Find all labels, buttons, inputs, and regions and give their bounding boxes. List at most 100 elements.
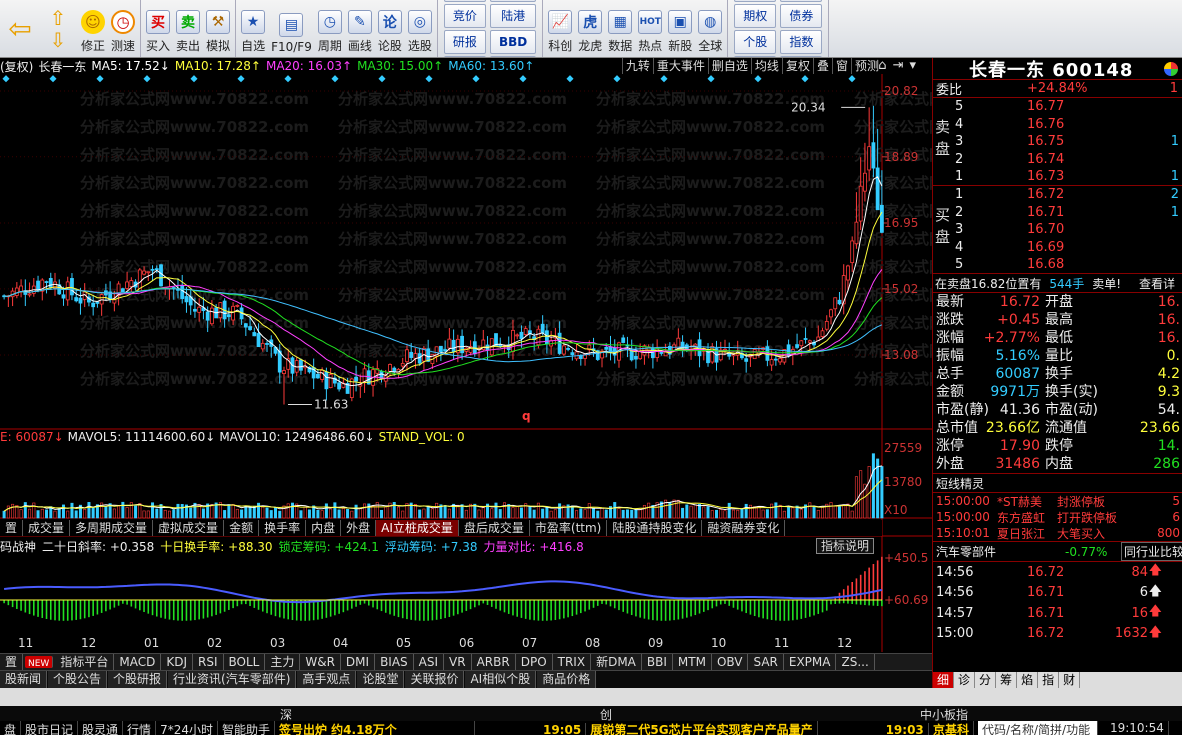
vol-tab-3[interactable]: 虚拟成交量 (153, 520, 225, 536)
ind-tab-12[interactable]: VR (444, 654, 472, 670)
grid2-cell-4[interactable]: 个股 (734, 29, 777, 54)
grid1-cell-2[interactable]: 竞价 (443, 3, 486, 28)
news-tab-2[interactable]: 个股研报 (108, 671, 168, 688)
chart-tool-0[interactable]: 九转 (621, 58, 653, 74)
vol-tab-2[interactable]: 多周期成交量 (70, 520, 154, 536)
view-button-5[interactable]: ◎ 选股 (405, 0, 435, 57)
globe-icon[interactable] (1164, 61, 1178, 76)
news-tab-4[interactable]: 高手观点 (297, 671, 357, 688)
ind-tab-22[interactable]: ZS... (836, 654, 875, 670)
vol-tab-5[interactable]: 换手率 (259, 520, 307, 536)
status-item-3[interactable]: 7*24小时 (156, 721, 218, 735)
chart-tool-4[interactable]: 复权 (781, 58, 813, 74)
news-tab-6[interactable]: 关联报价 (405, 671, 465, 688)
ind-tab-6[interactable]: BOLL (224, 654, 266, 670)
grid1-cell-4[interactable]: 研报 (443, 29, 486, 54)
ind-tab-19[interactable]: OBV (712, 654, 749, 670)
vol-tab-7[interactable]: 外盘 (341, 520, 377, 536)
news-ticker-3[interactable]: 19:03 京基科 (878, 721, 974, 735)
view-button-4[interactable]: 论论股 (375, 0, 405, 57)
sell-level[interactable]: 4 16.76 (933, 116, 1182, 133)
sector-compare-button[interactable]: 同行业比较 (1121, 542, 1182, 561)
fix-button[interactable]: ☺ 修正 (78, 0, 108, 57)
news-tab-0[interactable]: 股新闻 (0, 671, 48, 688)
right-tab-4[interactable]: 焰 (1017, 672, 1039, 688)
buy-level[interactable]: 1 16.72 2 (933, 186, 1182, 203)
news-ticker-2[interactable]: 19:05 展锐第二代5G芯片平台实现客户产品量产 (535, 721, 818, 735)
short-item[interactable]: 15:10:01 夏日张江 大笔买入 800 (933, 525, 1182, 541)
lock-icon[interactable]: ⌂ (878, 58, 886, 74)
grid1-cell-5[interactable]: BBD (489, 29, 537, 54)
speed-test-button[interactable]: ◷ 测速 (108, 0, 138, 57)
status-item-1[interactable]: 股灵通 (78, 721, 124, 735)
ind-tab-9[interactable]: DMI (341, 654, 376, 670)
vol-tab-6[interactable]: 内盘 (306, 520, 342, 536)
grid1-cell-3[interactable]: 陆港 (489, 3, 537, 28)
grid2-cell-2[interactable]: 期权 (734, 3, 777, 28)
news-tab-7[interactable]: AI相似个股 (465, 671, 537, 688)
ind-tab-5[interactable]: RSI (193, 654, 224, 670)
news-ticker-1[interactable]: 签号出炉 约4.18万个 (275, 721, 475, 735)
chart-tool-2[interactable]: 删自选 (707, 58, 751, 74)
sell-level[interactable]: 2 16.74 (933, 151, 1182, 168)
feature-button-5[interactable]: ◍ 全球 (695, 0, 725, 57)
sell-level[interactable]: 5 16.77 (933, 98, 1182, 115)
buy-level[interactable]: 3 16.70 (933, 221, 1182, 238)
vol-tab-10[interactable]: 市盈率(ttm) (530, 520, 608, 536)
feature-button-0[interactable]: 📈 科创 (545, 0, 575, 57)
ind-tab-18[interactable]: MTM (673, 654, 712, 670)
buy-level[interactable]: 2 16.71 1 (933, 204, 1182, 221)
dropdown-icon[interactable]: ▾ (909, 58, 916, 74)
ind-tab-7[interactable]: 主力 (265, 654, 301, 670)
short-item[interactable]: 15:00:00 *ST赫美 封涨停板 5 (933, 493, 1182, 509)
view-button-2[interactable]: ◷ 周期 (315, 0, 345, 57)
feature-button-1[interactable]: 虎龙虎 (575, 0, 605, 57)
up-arrow-icon[interactable]: ⇧ (50, 8, 67, 28)
down-arrow-icon[interactable]: ⇩ (50, 30, 67, 50)
view-button-0[interactable]: ★ 自选 (238, 0, 268, 57)
chart-canvas[interactable]: 分析家公式网www.70822.com 分析家公式网www.70822.com 分析… (0, 74, 932, 652)
ind-tab-2[interactable]: 指标平台 (55, 654, 115, 670)
grid1-cell-1[interactable]: 资金 (489, 0, 537, 2)
grid2-cell-3[interactable]: 债券 (780, 3, 823, 28)
right-tab-2[interactable]: 分 (975, 672, 997, 688)
buy-level[interactable]: 5 16.68 (933, 256, 1182, 273)
chart-tool-5[interactable]: 叠 (812, 58, 832, 74)
trade-button-2[interactable]: ⚒ 模拟 (203, 0, 233, 57)
vol-tab-1[interactable]: 成交量 (23, 520, 71, 536)
vol-tab-11[interactable]: 陆股通持股变化 (607, 520, 703, 536)
right-tab-5[interactable]: 指 (1038, 672, 1060, 688)
ind-tab-16[interactable]: 新DMA (591, 654, 642, 670)
chart-tool-6[interactable]: 窗 (831, 58, 851, 74)
ind-tab-20[interactable]: SAR (748, 654, 784, 670)
sector-name[interactable]: 汽车零部件 (933, 543, 996, 560)
right-tab-3[interactable]: 筹 (996, 672, 1018, 688)
back-button[interactable]: ⇦ (2, 0, 38, 57)
ind-tab-21[interactable]: EXPMA (784, 654, 837, 670)
chart-tool-1[interactable]: 重大事件 (652, 58, 708, 74)
vol-tab-9[interactable]: 盘后成交量 (459, 520, 530, 536)
pin-icon[interactable]: ⇥ (893, 58, 904, 74)
grid1-cell-0[interactable]: 资讯 (443, 0, 486, 2)
ind-tab-15[interactable]: TRIX (553, 654, 592, 670)
view-button-1[interactable]: ▤ F10/F9 (268, 0, 315, 57)
ind-tab-4[interactable]: KDJ (161, 654, 193, 670)
sell-level[interactable]: 3 16.75 1 (933, 133, 1182, 150)
right-tab-6[interactable]: 财 (1059, 672, 1081, 688)
grid2-cell-5[interactable]: 指数 (780, 29, 823, 54)
vol-tab-12[interactable]: 融资融券变化 (702, 520, 786, 536)
view-detail-link[interactable]: 查看详 (1139, 275, 1175, 292)
indicator-help-button[interactable]: 指标说明 (816, 538, 875, 554)
ind-tab-14[interactable]: DPO (516, 654, 553, 670)
status-item-0[interactable]: 股市日记 (21, 721, 79, 735)
right-tab-0[interactable]: 细 (933, 672, 955, 688)
chart-tool-3[interactable]: 均线 (750, 58, 782, 74)
sell-level[interactable]: 1 16.73 1 (933, 168, 1182, 185)
news-tab-1[interactable]: 个股公告 (48, 671, 108, 688)
status-item-4[interactable]: 智能助手 (218, 721, 275, 735)
trade-button-1[interactable]: 卖卖出 (173, 0, 203, 57)
news-tab-3[interactable]: 行业资讯(汽车零部件) (168, 671, 297, 688)
news-tab-8[interactable]: 商品价格 (537, 671, 597, 688)
ind-tab-13[interactable]: ARBR (472, 654, 516, 670)
vol-tab-8[interactable]: AI立桩成交量 (376, 520, 459, 536)
